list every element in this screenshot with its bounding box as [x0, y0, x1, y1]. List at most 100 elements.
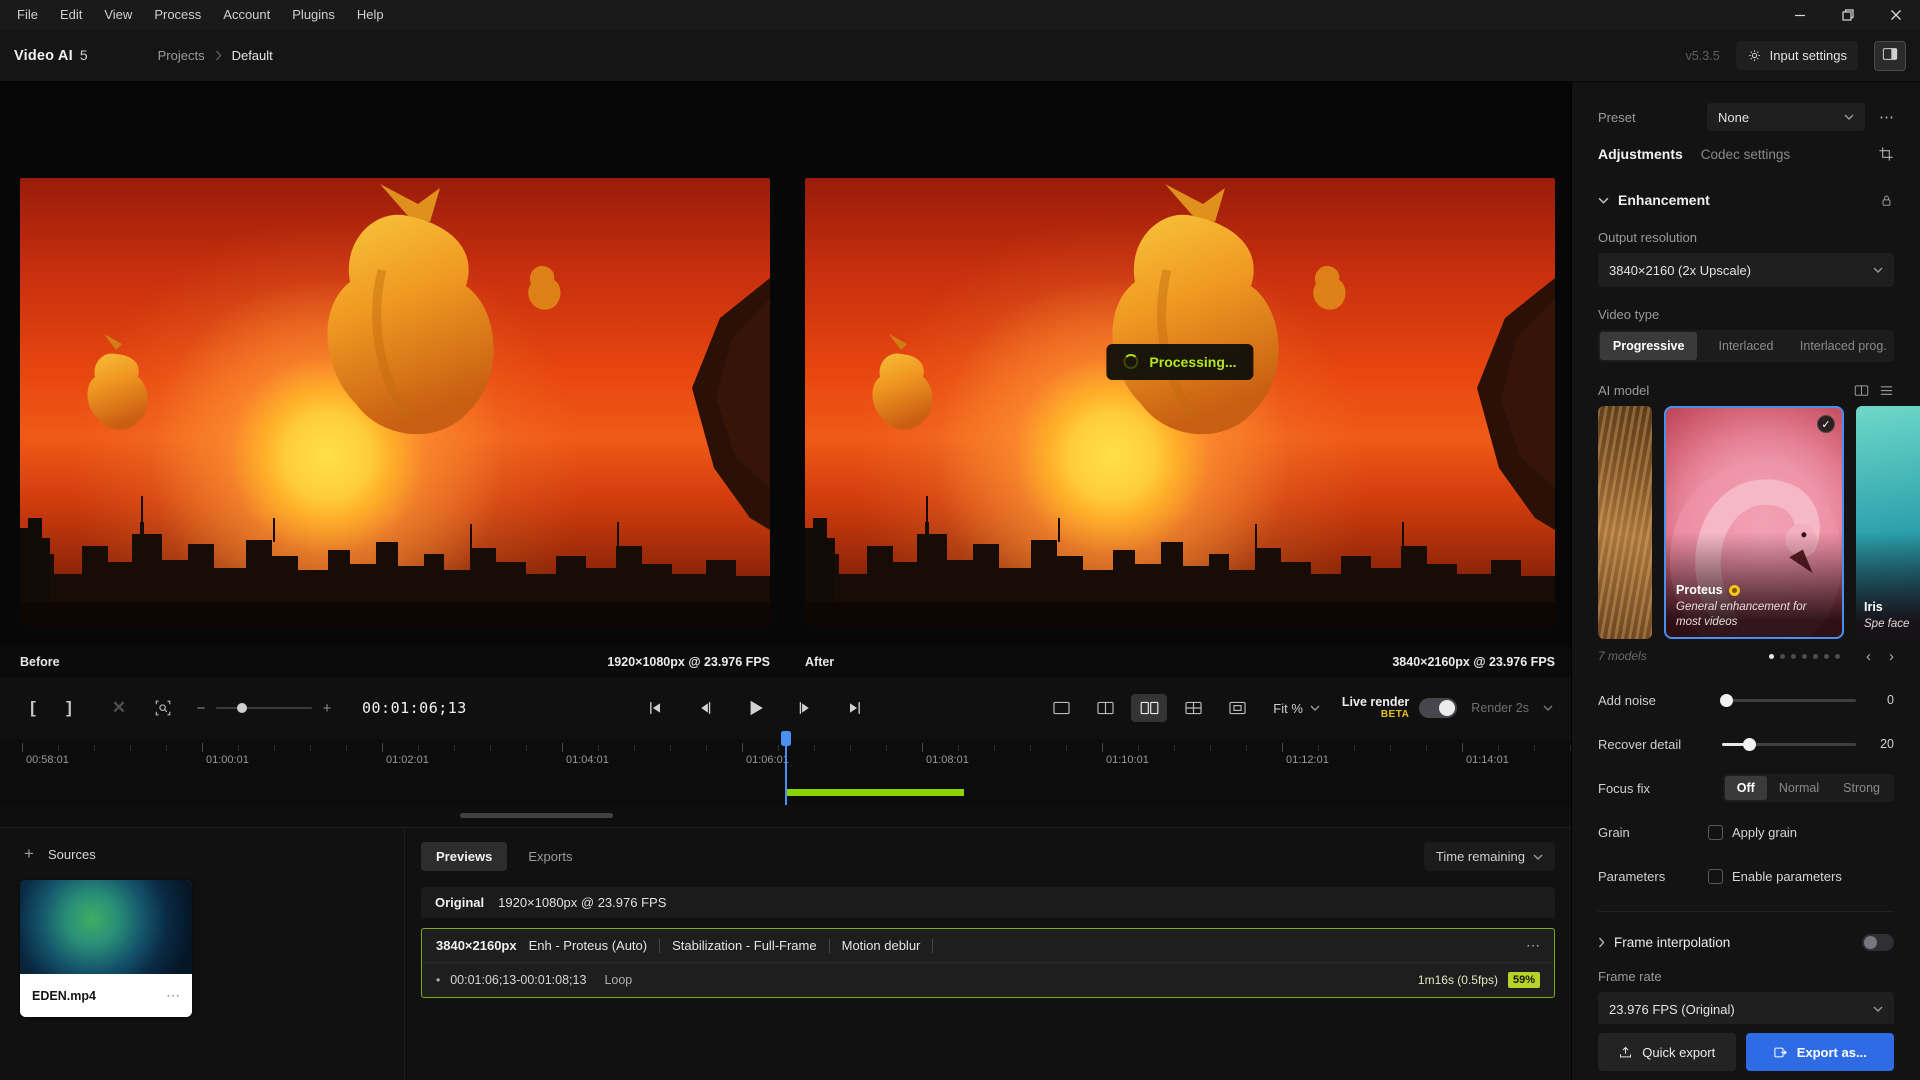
trim-in-button[interactable]: [ — [18, 693, 48, 723]
processing-spinner-icon — [1123, 354, 1138, 369]
view-split-button[interactable] — [1087, 694, 1123, 722]
frame-interpolation-toggle-knob[interactable] — [1864, 936, 1877, 949]
breadcrumb-projects[interactable]: Projects — [158, 48, 205, 63]
before-label: Before — [20, 655, 60, 669]
add-noise-slider-knob[interactable] — [1720, 694, 1733, 707]
frame-interpolation-title[interactable]: Frame interpolation — [1614, 935, 1730, 950]
source-card-eden[interactable]: EDEN.mp4 ⋯ — [20, 880, 192, 1017]
playhead-handle[interactable] — [781, 731, 791, 746]
zoom-in-button[interactable]: + — [320, 700, 334, 717]
pagination-dot[interactable] — [1780, 654, 1785, 659]
pagination-dot[interactable] — [1813, 654, 1818, 659]
preset-dropdown[interactable]: None — [1707, 103, 1865, 131]
model-card-iris[interactable]: Iris Spe face — [1856, 406, 1920, 639]
preview-render-item[interactable]: 3840×2160px Enh - Proteus (Auto) Stabili… — [421, 928, 1555, 998]
next-frame-button[interactable] — [786, 689, 824, 727]
enhancement-collapse-chevron-icon[interactable] — [1598, 197, 1609, 204]
carousel-next-button[interactable]: › — [1889, 648, 1894, 665]
pagination-dot[interactable] — [1791, 654, 1796, 659]
enhancement-section-title[interactable]: Enhancement — [1618, 192, 1710, 208]
before-video-frame[interactable] — [20, 178, 770, 626]
video-type-progressive[interactable]: Progressive — [1600, 332, 1697, 360]
frame-rate-dropdown[interactable]: 23.976 FPS (Original) — [1598, 992, 1894, 1026]
ai-model-label: AI model — [1598, 383, 1649, 398]
pagination-dot[interactable] — [1824, 654, 1829, 659]
model-compare-view-icon[interactable] — [1854, 384, 1869, 397]
after-video-frame[interactable]: Processing... — [805, 178, 1555, 626]
focus-fix-strong[interactable]: Strong — [1831, 776, 1892, 800]
render-options-chevron-icon[interactable] — [1543, 705, 1553, 711]
close-button[interactable] — [1872, 0, 1920, 30]
preview-item-loop-button[interactable]: Loop — [604, 973, 632, 987]
tab-codec-settings[interactable]: Codec settings — [1701, 147, 1790, 162]
live-render-toggle[interactable] — [1419, 698, 1457, 718]
zoom-slider[interactable] — [216, 707, 312, 709]
clear-trim-button[interactable]: ✕ — [104, 693, 134, 723]
input-settings-button[interactable]: Input settings — [1736, 41, 1858, 70]
pagination-dot[interactable] — [1835, 654, 1840, 659]
menu-file[interactable]: File — [6, 0, 49, 30]
model-card-proteus[interactable]: ✓ Proteus General enhancement for most v… — [1664, 406, 1844, 639]
export-as-button[interactable]: Export as... — [1746, 1033, 1895, 1071]
pagination-dot[interactable] — [1769, 654, 1774, 659]
live-render-toggle-knob[interactable] — [1439, 700, 1455, 716]
carousel-prev-button[interactable]: ‹ — [1866, 648, 1871, 665]
frame-interpolation-toggle[interactable] — [1862, 934, 1894, 951]
recover-detail-slider[interactable] — [1722, 743, 1856, 746]
trim-out-button[interactable]: ] — [54, 693, 84, 723]
app-title: Video AI 5 — [14, 47, 88, 64]
model-list-view-icon[interactable] — [1879, 384, 1894, 397]
view-side-by-side-button[interactable] — [1131, 694, 1167, 722]
playhead[interactable] — [785, 731, 787, 805]
tab-adjustments[interactable]: Adjustments — [1598, 146, 1683, 162]
view-fullscreen-button[interactable] — [1219, 694, 1255, 722]
source-thumbnail[interactable] — [20, 880, 192, 974]
time-remaining-dropdown[interactable]: Time remaining — [1424, 842, 1555, 871]
apply-grain-checkbox[interactable] — [1708, 825, 1723, 840]
fit-zoom-dropdown[interactable]: Fit % — [1273, 701, 1320, 716]
go-to-end-button[interactable] — [836, 689, 874, 727]
view-mode-buttons — [1043, 694, 1255, 722]
go-to-start-button[interactable] — [636, 689, 674, 727]
source-kebab-menu[interactable]: ⋯ — [166, 987, 180, 1004]
timeline-scrollbar-thumb[interactable] — [460, 813, 613, 818]
panel-toggle-button[interactable] — [1874, 41, 1906, 71]
play-button[interactable] — [736, 689, 774, 727]
menu-plugins[interactable]: Plugins — [281, 0, 346, 30]
original-clip-row: Original 1920×1080px @ 23.976 FPS — [421, 887, 1555, 918]
breadcrumb-default[interactable]: Default — [232, 48, 273, 63]
pagination-dot[interactable] — [1802, 654, 1807, 659]
lock-icon[interactable] — [1879, 193, 1894, 208]
minimize-button[interactable] — [1776, 0, 1824, 30]
preview-item-kebab-menu[interactable]: ⋯ — [1526, 937, 1540, 954]
previous-frame-button[interactable] — [686, 689, 724, 727]
preset-kebab-menu[interactable]: ⋯ — [1879, 108, 1894, 126]
menu-account[interactable]: Account — [212, 0, 281, 30]
view-single-button[interactable] — [1043, 694, 1079, 722]
zoom-out-button[interactable]: − — [194, 700, 208, 717]
zoom-slider-knob[interactable] — [237, 703, 247, 713]
focus-fix-normal[interactable]: Normal — [1767, 776, 1831, 800]
view-comparison-button[interactable] — [1175, 694, 1211, 722]
recover-detail-slider-knob[interactable] — [1743, 738, 1756, 751]
menu-process[interactable]: Process — [143, 0, 212, 30]
frame-interpolation-expand-chevron-icon[interactable] — [1598, 937, 1605, 948]
zoom-selection-icon[interactable] — [148, 693, 178, 723]
crop-icon[interactable] — [1878, 146, 1894, 162]
restore-button[interactable] — [1824, 0, 1872, 30]
timeline[interactable]: 00:58:01 01:00:01 01:02:01 01:04:01 01:0… — [0, 739, 1571, 805]
focus-fix-off[interactable]: Off — [1725, 776, 1767, 800]
menu-view[interactable]: View — [93, 0, 143, 30]
output-resolution-dropdown[interactable]: 3840×2160 (2x Upscale) — [1598, 253, 1894, 287]
video-type-interlaced[interactable]: Interlaced — [1697, 332, 1794, 360]
enable-parameters-checkbox[interactable] — [1708, 869, 1723, 884]
add-noise-slider[interactable] — [1722, 699, 1856, 702]
video-type-interlaced-prog[interactable]: Interlaced prog. — [1795, 332, 1892, 360]
model-card-previous[interactable] — [1598, 406, 1652, 639]
quick-export-button[interactable]: Quick export — [1598, 1033, 1736, 1071]
menu-help[interactable]: Help — [346, 0, 395, 30]
tab-exports[interactable]: Exports — [513, 842, 587, 871]
tab-previews[interactable]: Previews — [421, 842, 507, 871]
add-source-button[interactable]: + — [20, 844, 38, 864]
menu-edit[interactable]: Edit — [49, 0, 93, 30]
